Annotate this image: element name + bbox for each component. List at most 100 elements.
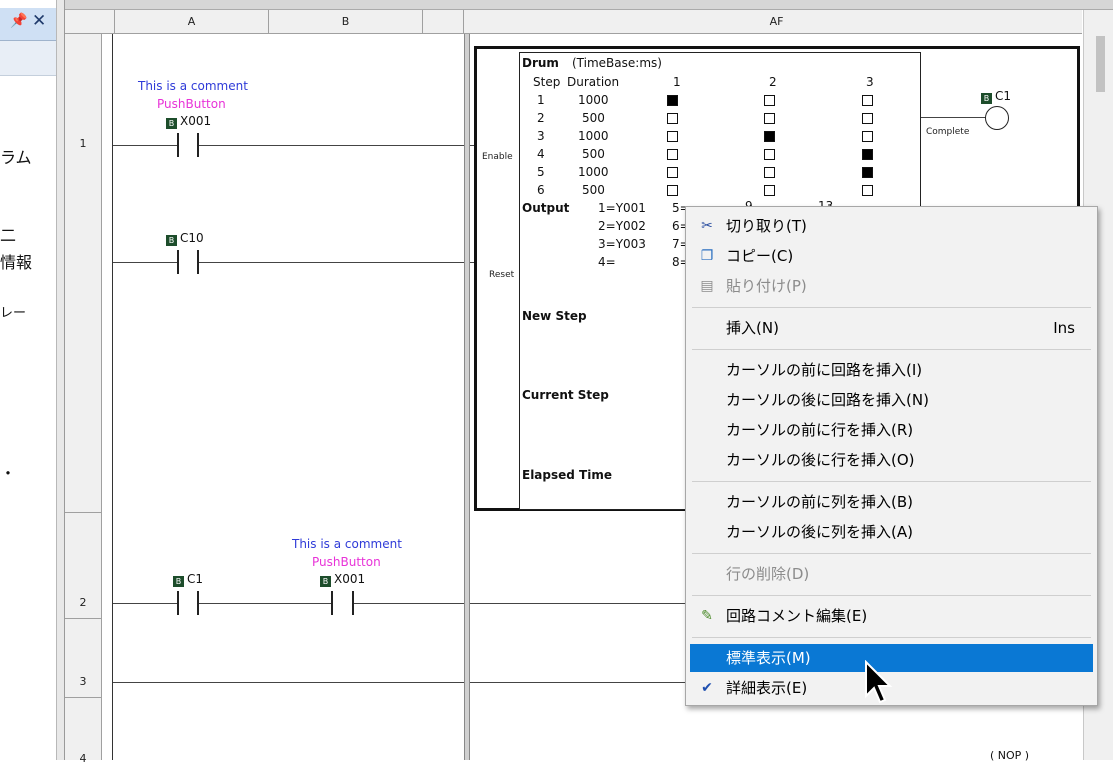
- rung-wire: [199, 145, 464, 146]
- menu-item-label: カーソルの前に行を挿入(R): [726, 421, 914, 439]
- drum-output: 2=Y002: [598, 219, 646, 233]
- column-header-b[interactable]: B: [269, 10, 423, 33]
- menu-item-ins-col-after[interactable]: カーソルの後に列を挿入(A): [690, 518, 1093, 546]
- menu-item-label: カーソルの後に列を挿入(A): [726, 523, 913, 541]
- drum-step-cell[interactable]: [667, 149, 678, 160]
- menu-separator: [692, 553, 1091, 554]
- menu-item-ins-rung-after[interactable]: カーソルの後に回路を挿入(N): [690, 386, 1093, 414]
- contact-label-x001[interactable]: B X001: [320, 572, 365, 587]
- rung-wire: [113, 603, 177, 604]
- drum-step-cell[interactable]: [667, 185, 678, 196]
- drum-step-cell[interactable]: [667, 167, 678, 178]
- contact-label-c10[interactable]: B C10: [166, 231, 204, 246]
- tree-item-fragment[interactable]: 情報: [0, 249, 32, 273]
- drum-elapsed-time: Elapsed Time: [522, 468, 612, 482]
- row-divider: [65, 618, 101, 619]
- drum-step-number: 3: [537, 129, 545, 143]
- drum-step-cell[interactable]: [764, 167, 775, 178]
- drum-step-cell[interactable]: [862, 167, 873, 178]
- row-header: 1 2 3 4: [65, 34, 102, 765]
- menu-item-label: カーソルの前に列を挿入(B): [726, 493, 913, 511]
- column-header-af[interactable]: AF: [472, 10, 1081, 33]
- contact-c1-left: [177, 591, 179, 615]
- device-icon: B: [166, 118, 177, 129]
- device-icon: B: [173, 576, 184, 587]
- drum-step-cell[interactable]: [764, 149, 775, 160]
- rung-comment: This is a comment: [138, 79, 248, 93]
- rung-wire: [113, 262, 177, 263]
- project-panel-toolbar: [0, 41, 56, 76]
- drum-step-number: 2: [537, 111, 545, 125]
- drum-step-cell[interactable]: [862, 149, 873, 160]
- drum-step-cell[interactable]: [764, 185, 775, 196]
- drum-step-duration: 1000: [578, 93, 609, 107]
- menu-item-label: 挿入(N): [726, 319, 779, 337]
- panel-splitter[interactable]: [57, 0, 65, 760]
- contact-label-c1[interactable]: B C1: [173, 572, 203, 587]
- coil-wire: [921, 117, 986, 118]
- coil-label-c1[interactable]: B C1: [981, 89, 1011, 104]
- device-comment: PushButton: [312, 555, 381, 569]
- project-panel: [0, 0, 57, 760]
- drum-step-cell[interactable]: [667, 95, 678, 106]
- row-number-4[interactable]: 4: [65, 752, 101, 765]
- row-number-3[interactable]: 3: [65, 675, 101, 688]
- drum-step-cell[interactable]: [667, 113, 678, 124]
- menu-item-label: 詳細表示(E): [726, 679, 808, 697]
- rung-comment: This is a comment: [292, 537, 402, 551]
- menu-separator: [692, 637, 1091, 638]
- drum-step-number: 1: [537, 93, 545, 107]
- drum-step-cell[interactable]: [862, 185, 873, 196]
- clipboard-icon: ▤: [700, 278, 714, 294]
- mouse-cursor-icon: [865, 660, 893, 704]
- drum-new-step: New Step: [522, 309, 587, 323]
- contact-c10-left: [177, 250, 179, 274]
- tree-item-fragment[interactable]: 二: [0, 222, 16, 246]
- drum-step-cell[interactable]: [764, 95, 775, 106]
- menu-item-label: コピー(C): [726, 247, 794, 265]
- drum-step-cell[interactable]: [667, 131, 678, 142]
- pin-icon[interactable]: 📌: [10, 13, 27, 29]
- drum-title: Drum: [522, 56, 559, 70]
- menu-item-ins-row-after[interactable]: カーソルの後に行を挿入(O): [690, 446, 1093, 474]
- menu-item-label: 切り取り(T): [726, 217, 807, 235]
- menu-item-copy[interactable]: ❐ コピー(C): [690, 242, 1093, 270]
- device-icon: B: [166, 235, 177, 246]
- menu-item-label: カーソルの後に回路を挿入(N): [726, 391, 929, 409]
- coil-c1-symbol[interactable]: [985, 106, 1009, 130]
- menu-item-cut[interactable]: ✂ 切り取り(T): [690, 212, 1093, 240]
- menu-item-ins-row-before[interactable]: カーソルの前に行を挿入(R): [690, 416, 1093, 444]
- contact-x001-left: [177, 133, 179, 157]
- row-number-1[interactable]: 1: [65, 137, 101, 150]
- column-header-a[interactable]: A: [115, 10, 269, 33]
- drum-step-cell[interactable]: [862, 95, 873, 106]
- rung-wire: [113, 682, 464, 683]
- context-menu: ✂ 切り取り(T) ❐ コピー(C) ▤ 貼り付け(P) 挿入(N) Ins カーソルの前に回路…: [685, 206, 1098, 706]
- drum-step-cell[interactable]: [764, 131, 775, 142]
- menu-item-ins-rung-before[interactable]: カーソルの前に回路を挿入(I): [690, 356, 1093, 384]
- row-number-2[interactable]: 2: [65, 596, 101, 609]
- drum-step-cell[interactable]: [764, 113, 775, 124]
- tree-item-fragment[interactable]: レー: [0, 302, 26, 321]
- menu-item-ins-col-before[interactable]: カーソルの前に列を挿入(B): [690, 488, 1093, 516]
- scrollbar-thumb[interactable]: [1096, 36, 1105, 92]
- reset-label: Reset: [489, 270, 515, 280]
- close-icon[interactable]: ✕: [32, 11, 46, 31]
- menu-item-edit-comment[interactable]: ✎ 回路コメント編集(E): [690, 602, 1093, 630]
- menu-item-label: 貼り付け(P): [726, 277, 807, 295]
- menu-item-insert[interactable]: 挿入(N) Ins: [690, 314, 1093, 342]
- drum-output: 4=: [598, 255, 616, 269]
- drum-step-cell[interactable]: [862, 131, 873, 142]
- project-panel-titlebar: 📌 ✕: [0, 8, 56, 41]
- rung-wire: [470, 682, 685, 683]
- contact-label-x001[interactable]: B X001: [166, 114, 211, 129]
- drum-col-header: 2: [769, 75, 777, 89]
- drum-step-cell[interactable]: [862, 113, 873, 124]
- scissors-icon: ✂: [701, 218, 713, 234]
- row-divider: [65, 697, 101, 698]
- menu-separator: [692, 307, 1091, 308]
- drum-current-step: Current Step: [522, 388, 609, 402]
- rung-wire: [113, 145, 177, 146]
- tree-item-fragment[interactable]: ラム: [0, 144, 32, 168]
- menu-item-label: カーソルの前に回路を挿入(I): [726, 361, 923, 379]
